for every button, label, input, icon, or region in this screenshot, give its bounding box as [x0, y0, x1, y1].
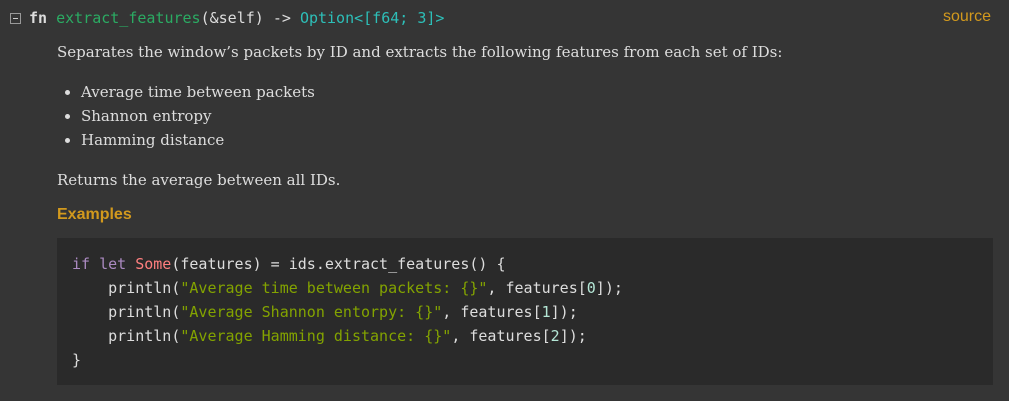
source-link[interactable]: source — [943, 8, 991, 26]
code-number: 1 — [541, 303, 551, 321]
doc-intro: Separates the window’s packets by ID and… — [57, 43, 783, 61]
function-params: (&self) -> — [200, 9, 300, 27]
code-number: 2 — [550, 327, 560, 345]
fn-keyword: fn — [29, 9, 48, 27]
code-text: ]); — [550, 303, 578, 321]
code-text: , features[ — [442, 303, 542, 321]
code-string: "Average time between packets: {}" — [180, 279, 488, 297]
code-string: "Average Hamming distance: {}" — [180, 327, 452, 345]
doc-block: Separates the window’s packets by ID and… — [57, 40, 977, 192]
collapse-toggle-icon[interactable] — [10, 12, 21, 24]
code-keyword-if: if — [72, 255, 91, 273]
code-text: ]); — [595, 279, 623, 297]
code-text: (features) = ids.extract_features() { — [171, 255, 506, 273]
list-item: Shannon entropy — [81, 104, 977, 128]
code-text: , features[ — [451, 327, 551, 345]
feature-list: Average time between packets Shannon ent… — [57, 80, 977, 152]
list-item: Hamming distance — [81, 128, 977, 152]
function-name[interactable]: extract_features — [56, 9, 201, 27]
examples-heading[interactable]: Examples — [57, 206, 132, 224]
code-call: println( — [108, 327, 181, 345]
code-call: println( — [108, 303, 181, 321]
code-number: 0 — [586, 279, 596, 297]
return-type[interactable]: Option<[f64; 3]> — [300, 9, 445, 27]
code-string: "Average Shannon entorpy: {}" — [180, 303, 443, 321]
code-keyword-let: let — [99, 255, 127, 273]
code-closing-brace: } — [72, 351, 82, 369]
list-item: Average time between packets — [81, 80, 977, 104]
code-example: if let Some(features) = ids.extract_feat… — [57, 238, 993, 385]
code-text: ]); — [559, 327, 587, 345]
doc-returns: Returns the average between all IDs. — [57, 171, 341, 189]
method-signature: fn extract_features (&self) -> Option<[f6… — [10, 6, 444, 30]
code-enum-some: Some — [135, 255, 172, 273]
code-text: , features[ — [487, 279, 587, 297]
code-call: println( — [108, 279, 181, 297]
